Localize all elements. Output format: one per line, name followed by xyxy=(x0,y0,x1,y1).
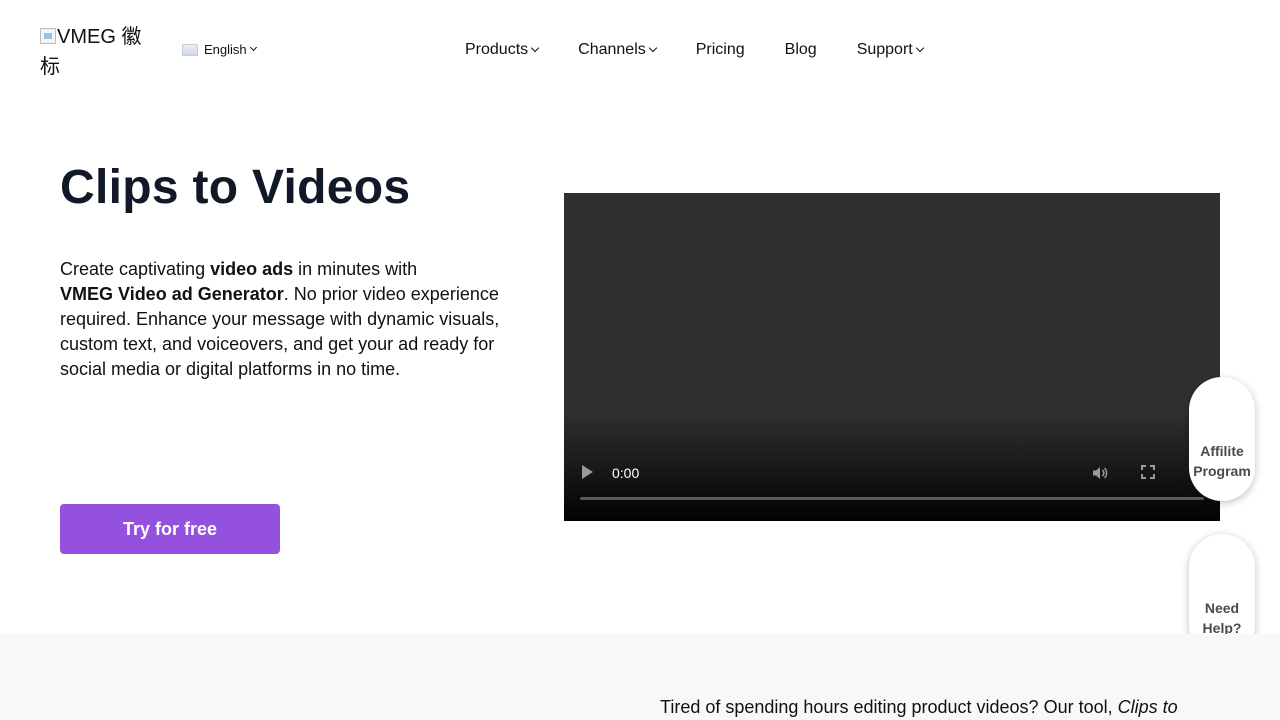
intro-text-italic: Clips to xyxy=(1117,697,1178,717)
nav-item-pricing[interactable]: Pricing xyxy=(696,41,745,59)
broken-image-icon xyxy=(40,28,56,44)
affiliate-program-button[interactable]: Affilite Program xyxy=(1189,377,1255,501)
chevron-down-icon xyxy=(249,43,257,52)
intro-section: Tired of spending hours editing product … xyxy=(0,634,1280,720)
chevron-down-icon xyxy=(530,43,540,53)
language-selector[interactable]: English xyxy=(182,42,257,57)
volume-icon[interactable] xyxy=(1092,465,1108,481)
desc-text: Create captivating xyxy=(60,259,211,279)
affiliate-label-line1: Affilite xyxy=(1200,443,1244,459)
nav-label: Blog xyxy=(784,41,817,58)
hero-description: Create captivating video ads in minutes … xyxy=(60,257,510,382)
desc-bold-generator: VMEG Video ad Generator xyxy=(60,284,284,304)
nav-item-support[interactable]: Support xyxy=(856,41,924,59)
logo[interactable]: VMEG 徽标 xyxy=(40,22,150,82)
controls-gradient xyxy=(564,411,1220,521)
intro-text-plain: Tired of spending hours editing product … xyxy=(660,697,1118,717)
nav-label: Support xyxy=(856,41,913,58)
nav-label: Channels xyxy=(578,41,646,58)
desc-text: in minutes with xyxy=(293,259,418,279)
language-label: English xyxy=(204,42,247,57)
main-nav: Products Channels Pricing Blog Support xyxy=(465,38,924,62)
video-progress-bar[interactable] xyxy=(580,497,1204,500)
try-for-free-button[interactable]: Try for free xyxy=(60,504,280,554)
chevron-down-icon xyxy=(915,43,924,53)
nav-label: Products xyxy=(465,41,529,58)
play-icon[interactable] xyxy=(582,465,593,479)
affiliate-label-line2: Program xyxy=(1193,463,1251,479)
intro-text: Tired of spending hours editing product … xyxy=(660,695,1260,719)
video-player[interactable]: 0:00 xyxy=(564,193,1220,521)
chevron-down-icon xyxy=(648,43,657,53)
page-title: Clips to Videos xyxy=(60,161,411,214)
fullscreen-icon[interactable] xyxy=(1141,465,1155,479)
desc-bold-video-ads: video ads xyxy=(210,259,294,279)
flag-icon xyxy=(182,43,198,56)
nav-label: Pricing xyxy=(695,41,745,58)
video-time: 0:00 xyxy=(612,465,640,481)
help-label-line1: Need xyxy=(1204,600,1240,616)
nav-item-blog[interactable]: Blog xyxy=(785,41,817,59)
site-header: VMEG 徽标 English Products Channels Pricin… xyxy=(0,0,1280,100)
nav-item-channels[interactable]: Channels xyxy=(578,41,657,59)
nav-item-products[interactable]: Products xyxy=(465,41,540,59)
